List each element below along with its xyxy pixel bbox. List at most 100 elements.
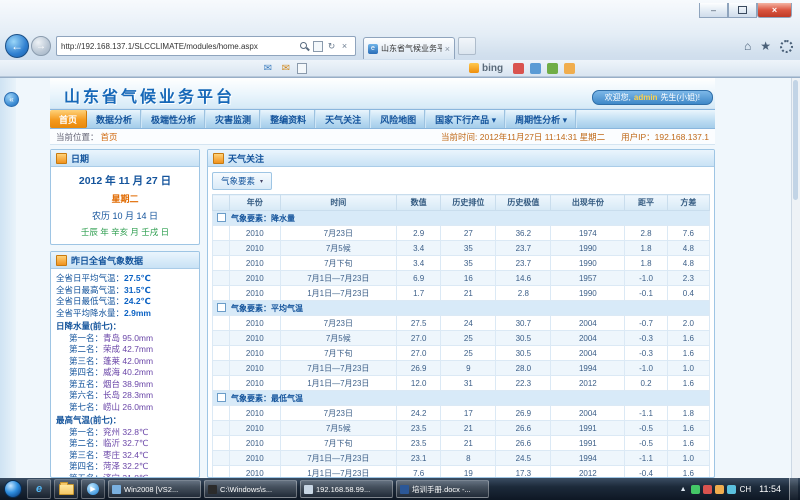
cell: -0.5 bbox=[625, 421, 667, 436]
nav-item-2[interactable]: 数据分析 bbox=[87, 110, 142, 128]
cell: 0.4 bbox=[667, 286, 709, 301]
table-group-row[interactable]: 气象要素：最低气温 bbox=[213, 391, 710, 406]
taskbar-window-button[interactable]: Win2008 [VS2... bbox=[108, 480, 201, 498]
toolbar-app-icon[interactable] bbox=[564, 63, 575, 74]
rank-value: 蓬莱 42.0mm bbox=[103, 356, 153, 366]
nav-item-1[interactable]: 首页 bbox=[50, 110, 87, 128]
forward-button[interactable]: → bbox=[31, 36, 51, 56]
tray-expand-icon[interactable]: ▲ bbox=[680, 486, 687, 493]
language-indicator[interactable]: CH bbox=[740, 485, 752, 494]
stop-button[interactable]: × bbox=[338, 41, 351, 51]
new-tab-button[interactable] bbox=[458, 37, 476, 55]
taskbar-window-button[interactable]: 培训手册.docx -... bbox=[396, 480, 489, 498]
breadcrumb-page[interactable]: 首页 bbox=[101, 131, 118, 143]
stat-value: 24.2℃ bbox=[124, 296, 151, 306]
table-group-row[interactable]: 气象要素：降水量 bbox=[213, 211, 710, 226]
mail-icon[interactable]: ✉ bbox=[280, 63, 292, 74]
page-tool-icon[interactable] bbox=[297, 63, 307, 74]
nav-item-7[interactable]: 风险地图 bbox=[371, 110, 426, 128]
nav-item-6[interactable]: 天气关注 bbox=[316, 110, 371, 128]
table-row[interactable]: 20107月23日24.21726.92004-1.11.8 bbox=[213, 406, 710, 421]
breadcrumb-bar: 当前位置： 首页 当前时间: 2012年11月27日 11:14:31 星期二 … bbox=[50, 129, 715, 145]
bing-logo-icon[interactable] bbox=[469, 63, 479, 73]
table-row[interactable]: 20107月1日—7月23日26.9928.01994-1.01.0 bbox=[213, 361, 710, 376]
cell: 30.7 bbox=[496, 316, 551, 331]
expand-icon[interactable] bbox=[217, 303, 226, 312]
compatibility-view-icon[interactable] bbox=[313, 41, 323, 52]
rank-value: 长岛 28.3mm bbox=[103, 390, 153, 400]
stat-label: 全省平均降水量： bbox=[56, 308, 124, 318]
rank-label: 第二名： bbox=[69, 438, 103, 448]
mail-icon[interactable]: ✉ bbox=[262, 63, 274, 74]
refresh-button[interactable]: ↻ bbox=[325, 41, 338, 52]
nav-item-9[interactable]: 周期性分析 ▾ bbox=[506, 110, 577, 128]
table-row[interactable]: 20101月1日—7月23日7.61917.32012-0.41.6 bbox=[213, 466, 710, 478]
window-icon bbox=[304, 485, 313, 494]
cell: 23.1 bbox=[396, 451, 440, 466]
nav-item-8[interactable]: 国家下行产品 ▾ bbox=[426, 110, 506, 128]
expand-icon[interactable] bbox=[217, 213, 226, 222]
cell: 1991 bbox=[551, 436, 625, 451]
start-button[interactable] bbox=[4, 480, 22, 498]
show-desktop-button[interactable] bbox=[789, 478, 798, 500]
window-minimize-button[interactable]: – bbox=[699, 3, 728, 18]
toolbar-app-icon[interactable] bbox=[530, 63, 541, 74]
tools-gear-icon[interactable] bbox=[780, 40, 793, 53]
table-row[interactable]: 20107月1日—7月23日6.91614.61957-1.02.3 bbox=[213, 271, 710, 286]
table-row[interactable]: 20101月1日—7月23日12.03122.320120.21.6 bbox=[213, 376, 710, 391]
table-group-row[interactable]: 气象要素：平均气温 bbox=[213, 301, 710, 316]
window-label: Win2008 [VS2... bbox=[124, 485, 178, 494]
nav-item-4[interactable]: 灾害监测 bbox=[206, 110, 261, 128]
tray-icon[interactable] bbox=[715, 485, 724, 494]
table-row[interactable]: 20107月5候27.02530.52004-0.31.6 bbox=[213, 331, 710, 346]
bing-logo-text[interactable]: bing bbox=[482, 63, 503, 74]
cell: 26.6 bbox=[496, 421, 551, 436]
favorites-icon[interactable]: ★ bbox=[760, 39, 771, 53]
ie-taskbar-icon[interactable]: e bbox=[27, 479, 51, 499]
tray-icon[interactable] bbox=[703, 485, 712, 494]
window-close-button[interactable]: × bbox=[757, 3, 792, 18]
cell: 0.2 bbox=[625, 376, 667, 391]
sidebar-collapse-button[interactable]: « bbox=[4, 92, 19, 107]
address-bar[interactable]: http://192.168.137.1/SLCCLIMATE/modules/… bbox=[56, 36, 356, 56]
nav-item-5[interactable]: 整编资料 bbox=[261, 110, 316, 128]
page-scrollbar[interactable] bbox=[791, 78, 800, 478]
search-icon[interactable] bbox=[300, 42, 309, 51]
toolbar-app-icon[interactable] bbox=[547, 63, 558, 74]
nav-item-3[interactable]: 极端性分析 bbox=[142, 110, 206, 128]
table-row[interactable]: 20107月23日2.92736.219742.87.6 bbox=[213, 226, 710, 241]
explorer-taskbar-icon[interactable] bbox=[54, 479, 78, 499]
window-maximize-button[interactable] bbox=[728, 3, 757, 18]
row-select-cell bbox=[213, 331, 230, 346]
tray-icon[interactable] bbox=[727, 485, 736, 494]
window-icon bbox=[112, 485, 121, 494]
media-player-taskbar-icon[interactable]: ▶ bbox=[81, 479, 105, 499]
tray-icon[interactable] bbox=[691, 485, 700, 494]
table-row[interactable]: 20107月下旬3.43523.719901.84.8 bbox=[213, 256, 710, 271]
home-icon[interactable]: ⌂ bbox=[744, 39, 751, 53]
expand-icon[interactable] bbox=[217, 393, 226, 402]
filter-button-label: 气象要素 bbox=[221, 175, 255, 187]
taskbar-window-button[interactable]: C:\Windows\s... bbox=[204, 480, 297, 498]
tab-favicon: e bbox=[368, 44, 378, 54]
weather-panel-body: 全省日平均气温：27.5℃全省日最高气温：31.5℃全省日最低气温：24.2℃全… bbox=[51, 269, 199, 477]
table-row[interactable]: 20107月1日—7月23日23.1824.51994-1.11.0 bbox=[213, 451, 710, 466]
table-row[interactable]: 20107月23日27.52430.72004-0.72.0 bbox=[213, 316, 710, 331]
cell: 7.6 bbox=[396, 466, 440, 478]
table-row[interactable]: 20107月下旬27.02530.52004-0.31.6 bbox=[213, 346, 710, 361]
weekday-text: 星期二 bbox=[55, 192, 195, 205]
taskbar-clock[interactable]: 11:54 bbox=[755, 484, 785, 494]
browser-tab[interactable]: e 山东省气候业务平... × bbox=[363, 37, 455, 59]
scrollbar-thumb[interactable] bbox=[793, 80, 798, 200]
element-filter-button[interactable]: 气象要素 ▾ bbox=[212, 172, 272, 190]
taskbar-window-button[interactable]: 192.168.58.99... bbox=[300, 480, 393, 498]
tab-close-icon[interactable]: × bbox=[445, 44, 450, 54]
table-row[interactable]: 20107月5候3.43523.719901.84.8 bbox=[213, 241, 710, 256]
table-row[interactable]: 20107月5候23.52126.61991-0.51.6 bbox=[213, 421, 710, 436]
toolbar-app-icon[interactable] bbox=[513, 63, 524, 74]
cell: 7月23日 bbox=[280, 316, 396, 331]
back-button[interactable]: ← bbox=[5, 34, 29, 58]
table-row[interactable]: 20101月1日—7月23日1.7212.81990-0.10.4 bbox=[213, 286, 710, 301]
table-row[interactable]: 20107月下旬23.52126.61991-0.51.6 bbox=[213, 436, 710, 451]
cell: 28.0 bbox=[496, 361, 551, 376]
